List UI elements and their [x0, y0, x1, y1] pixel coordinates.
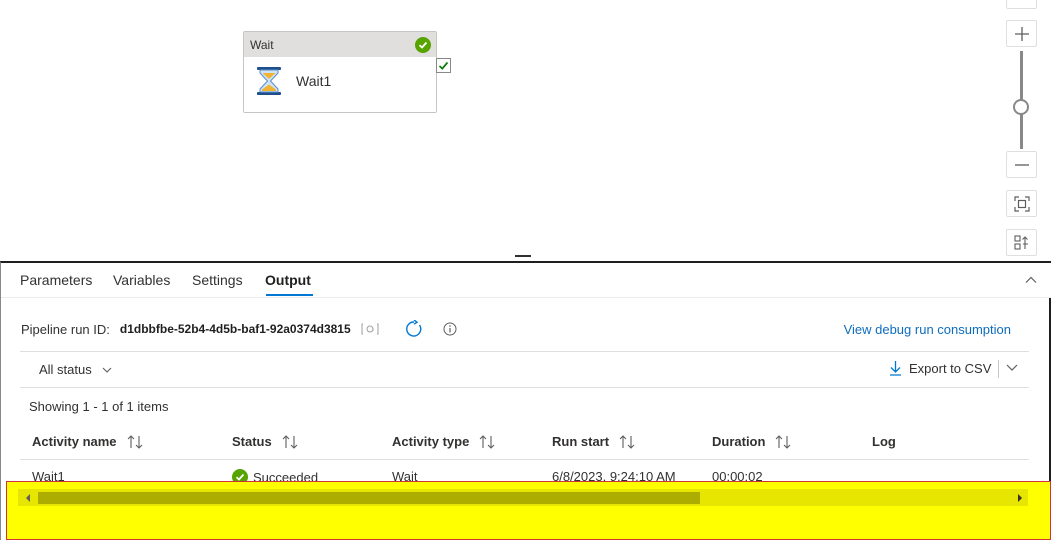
tab-parameters[interactable]: Parameters	[20, 272, 92, 288]
chevron-down-icon[interactable]	[1005, 362, 1019, 374]
status-filter-label: All status	[39, 362, 92, 377]
divider	[20, 387, 1029, 388]
items-count-text: Showing 1 - 1 of 1 items	[29, 399, 169, 414]
divider	[20, 351, 1029, 352]
canvas-toolbar-button-top[interactable]	[1006, 0, 1037, 9]
column-header-label: Activity type	[392, 434, 470, 449]
column-header-label: Run start	[552, 434, 610, 449]
export-label: Export to CSV	[909, 360, 992, 376]
column-header-label: Status	[232, 434, 272, 449]
zoom-out-icon	[1014, 163, 1029, 166]
panel-tabs: Parameters Variables Settings Output	[1, 263, 1051, 298]
auto-align-button[interactable]	[1006, 229, 1037, 256]
table-header-divider	[20, 459, 1029, 460]
sort-icon	[776, 434, 791, 449]
wait-activity-card[interactable]: Wait Wait1	[243, 31, 437, 113]
column-header-duration[interactable]: Duration	[712, 434, 791, 449]
tab-settings[interactable]: Settings	[192, 272, 243, 288]
activity-name: Wait1	[296, 73, 332, 89]
chevron-down-icon	[102, 367, 112, 373]
download-icon	[890, 361, 901, 376]
scroll-right-arrow-icon[interactable]	[1016, 493, 1024, 503]
panel-resize-handle[interactable]	[515, 255, 531, 257]
view-debug-run-consumption-link[interactable]: View debug run consumption	[844, 322, 1011, 337]
info-icon	[443, 322, 457, 336]
active-tab-indicator	[266, 294, 313, 296]
sort-icon	[127, 434, 142, 449]
column-header-label: Duration	[712, 434, 766, 449]
column-header-activity-type[interactable]: Activity type	[392, 434, 495, 449]
success-checkmark-icon	[415, 36, 431, 53]
sort-icon	[282, 434, 298, 449]
pipeline-run-id-row: Pipeline run ID: d1dbbfbe-52b4-4d5b-baf1…	[21, 320, 457, 338]
sort-icon	[479, 434, 495, 449]
refresh-icon[interactable]	[405, 320, 423, 338]
column-header-label: Activity name	[32, 434, 117, 449]
column-header-log: Log	[872, 434, 896, 449]
export-to-csv-button[interactable]: Export to CSV	[889, 360, 991, 376]
hourglass-icon	[257, 67, 281, 95]
column-header-status[interactable]: Status	[232, 434, 298, 449]
zoom-in-button[interactable]	[1006, 20, 1037, 47]
scroll-left-arrow-icon[interactable]	[24, 493, 32, 503]
export-separator	[998, 360, 999, 378]
activity-card-body: Wait1	[244, 57, 436, 96]
tab-output[interactable]: Output	[265, 272, 311, 288]
horizontal-scrollbar-thumb[interactable]	[38, 492, 700, 504]
run-id-value: d1dbbfbe-52b4-4d5b-baf1-92a0374d3815	[119, 322, 351, 336]
fit-to-screen-icon	[1013, 195, 1030, 212]
zoom-slider-thumb[interactable]	[1013, 99, 1029, 115]
fit-to-screen-button[interactable]	[1006, 190, 1037, 217]
activity-select-checkbox[interactable]	[436, 58, 451, 73]
sort-icon	[619, 434, 635, 449]
pipeline-canvas[interactable]: Wait Wait1	[0, 0, 1051, 258]
run-id-label: Pipeline run ID:	[21, 321, 110, 337]
pipeline-editor: Wait Wait1 Parameters Variables Settings…	[0, 0, 1051, 540]
column-header-activity-name[interactable]: Activity name	[32, 434, 143, 449]
auto-align-icon	[1013, 234, 1028, 250]
activity-card-header: Wait	[244, 32, 436, 57]
column-header-label: Log	[872, 434, 896, 449]
checkmark-icon	[438, 61, 449, 70]
tab-variables[interactable]: Variables	[113, 272, 170, 288]
zoom-out-button[interactable]	[1006, 151, 1037, 178]
column-header-run-start[interactable]: Run start	[552, 434, 635, 449]
zoom-in-icon	[1014, 26, 1029, 41]
chevron-up-icon[interactable]	[1023, 272, 1039, 288]
activity-type-label: Wait	[250, 37, 274, 52]
copy-icon[interactable]	[361, 323, 379, 335]
status-filter-dropdown[interactable]: All status	[39, 362, 112, 377]
